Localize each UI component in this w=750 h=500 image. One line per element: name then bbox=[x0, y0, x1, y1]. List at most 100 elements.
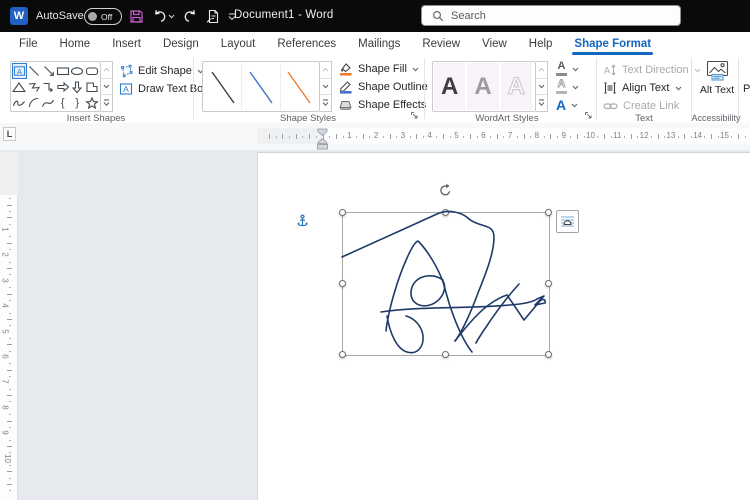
shape-down-arrow-icon[interactable] bbox=[70, 79, 85, 95]
svg-text:A: A bbox=[123, 84, 129, 94]
word-logo-icon[interactable]: W bbox=[10, 7, 28, 25]
indent-markers[interactable] bbox=[0, 123, 750, 150]
shape-arc-icon[interactable] bbox=[27, 95, 42, 111]
v-ruler-tick bbox=[9, 478, 11, 479]
shape-styles-dialog-launcher-icon[interactable] bbox=[410, 111, 419, 120]
shape-textbox-icon[interactable]: A bbox=[12, 63, 27, 79]
align-text-button[interactable]: Align Text bbox=[603, 79, 682, 96]
wordart-dialog-launcher-icon[interactable] bbox=[584, 111, 593, 120]
print-preview-icon[interactable] bbox=[205, 8, 221, 24]
first-line-indent-marker bbox=[318, 129, 327, 136]
edit-shape-button[interactable]: Edit Shape bbox=[119, 62, 204, 79]
shape-style-preview-2[interactable] bbox=[242, 63, 280, 110]
v-ruler-number: 5 bbox=[1, 329, 10, 333]
shape-elbow-arrow-icon[interactable] bbox=[41, 79, 56, 95]
shape-star-icon[interactable] bbox=[85, 95, 100, 111]
wordart-preview-3[interactable]: A bbox=[501, 63, 532, 110]
handle-bottom-left[interactable] bbox=[339, 351, 346, 358]
shape-left-brace-icon[interactable]: { bbox=[56, 95, 71, 111]
text-direction-label: Text Direction bbox=[622, 64, 689, 76]
shape-corner-icon[interactable] bbox=[85, 79, 100, 95]
v-ruler-number: 1 bbox=[1, 227, 10, 231]
handle-top-center[interactable] bbox=[442, 209, 449, 216]
document-title: Document1 - Word bbox=[234, 9, 334, 21]
handle-top-left[interactable] bbox=[339, 209, 346, 216]
v-ruler-tick bbox=[9, 224, 11, 225]
svg-text:A: A bbox=[17, 67, 22, 76]
save-icon[interactable] bbox=[128, 8, 144, 24]
gallery-scroll-down-icon[interactable] bbox=[101, 79, 112, 96]
tab-view[interactable]: View bbox=[471, 32, 518, 56]
v-ruler-number: 2 bbox=[1, 253, 10, 257]
tab-design[interactable]: Design bbox=[152, 32, 210, 56]
text-direction-button[interactable]: A Text Direction bbox=[603, 61, 701, 78]
vertical-ruler[interactable]: 12345678910 bbox=[0, 150, 18, 500]
shape-triangle-icon[interactable] bbox=[12, 79, 27, 95]
tab-mailings[interactable]: Mailings bbox=[347, 32, 411, 56]
tab-shape-format[interactable]: Shape Format bbox=[563, 32, 662, 56]
v-ruler-tick bbox=[7, 484, 12, 485]
tab-review[interactable]: Review bbox=[411, 32, 471, 56]
redo-icon[interactable] bbox=[182, 8, 198, 24]
shape-rectangle-icon[interactable] bbox=[56, 63, 70, 79]
shape-right-arrow-icon[interactable] bbox=[56, 79, 71, 95]
wordart-preview-2[interactable]: A bbox=[467, 63, 498, 110]
shape-oval-icon[interactable] bbox=[70, 63, 84, 79]
handle-bottom-center[interactable] bbox=[442, 351, 449, 358]
shape-rounded-rectangle-icon[interactable] bbox=[85, 63, 99, 79]
gallery-scroll-up-icon[interactable] bbox=[536, 62, 547, 79]
text-effects-icon: A bbox=[556, 98, 566, 112]
handle-middle-right[interactable] bbox=[545, 280, 552, 287]
rotate-handle-icon[interactable] bbox=[438, 183, 453, 198]
draw-text-box-button[interactable]: A Draw Text Box bbox=[119, 80, 209, 97]
document-canvas[interactable]: 12345678910 bbox=[0, 150, 750, 500]
handle-top-right[interactable] bbox=[545, 209, 552, 216]
position-button-truncated[interactable]: Po bbox=[743, 83, 750, 95]
handle-bottom-right[interactable] bbox=[545, 351, 552, 358]
anchor-icon[interactable] bbox=[296, 214, 309, 229]
tab-file[interactable]: File bbox=[8, 32, 49, 56]
layout-options-button[interactable] bbox=[556, 210, 579, 233]
shape-line-icon[interactable] bbox=[27, 63, 41, 79]
tab-help[interactable]: Help bbox=[518, 32, 564, 56]
shape-style-preview-3[interactable] bbox=[281, 63, 318, 110]
gallery-scroll-down-icon[interactable] bbox=[320, 79, 331, 96]
shape-style-preview-1[interactable] bbox=[204, 63, 242, 110]
shape-curve-icon[interactable] bbox=[41, 95, 56, 111]
shape-line-arrow-icon[interactable] bbox=[41, 63, 55, 79]
shape-fill-button[interactable]: Shape Fill bbox=[338, 60, 419, 77]
search-input[interactable]: Search bbox=[421, 5, 681, 26]
tab-layout[interactable]: Layout bbox=[210, 32, 267, 56]
gallery-more-icon[interactable] bbox=[320, 95, 331, 111]
gallery-scroll-up-icon[interactable] bbox=[320, 62, 331, 79]
create-link-button[interactable]: Create Link bbox=[603, 97, 679, 114]
tab-insert[interactable]: Insert bbox=[101, 32, 152, 56]
text-effects-button[interactable]: A bbox=[556, 96, 578, 113]
tab-references[interactable]: References bbox=[266, 32, 347, 56]
gallery-more-icon[interactable] bbox=[536, 95, 547, 111]
wordart-preview-1[interactable]: A bbox=[434, 63, 465, 110]
autosave-toggle[interactable]: Off bbox=[84, 8, 122, 25]
tab-home[interactable]: Home bbox=[49, 32, 102, 56]
handle-middle-left[interactable] bbox=[339, 280, 346, 287]
v-ruler-tick bbox=[7, 471, 12, 472]
shape-right-brace-icon[interactable]: } bbox=[70, 95, 85, 111]
undo-dropdown-icon[interactable] bbox=[167, 8, 176, 24]
create-link-icon bbox=[603, 100, 618, 112]
gallery-scroll-up-icon[interactable] bbox=[101, 62, 112, 79]
insert-shapes-gallery: A bbox=[10, 61, 113, 112]
draw-text-box-label: Draw Text Box bbox=[138, 83, 209, 95]
alt-text-button[interactable]: Alt Text bbox=[697, 60, 737, 96]
undo-icon[interactable] bbox=[152, 8, 168, 24]
v-ruler-tick bbox=[7, 446, 12, 447]
gallery-more-icon[interactable] bbox=[101, 95, 112, 111]
shape-selection-box[interactable] bbox=[342, 212, 550, 356]
gallery-scroll-down-icon[interactable] bbox=[536, 79, 547, 96]
text-outline-button[interactable]: A bbox=[556, 78, 579, 95]
text-fill-button[interactable]: A bbox=[556, 60, 579, 77]
v-ruler-tick bbox=[9, 389, 11, 390]
shape-freeform-icon[interactable] bbox=[27, 79, 42, 95]
v-ruler-number: 6 bbox=[1, 354, 10, 358]
left-indent-marker bbox=[318, 145, 328, 150]
shape-scribble-icon[interactable] bbox=[12, 95, 27, 111]
